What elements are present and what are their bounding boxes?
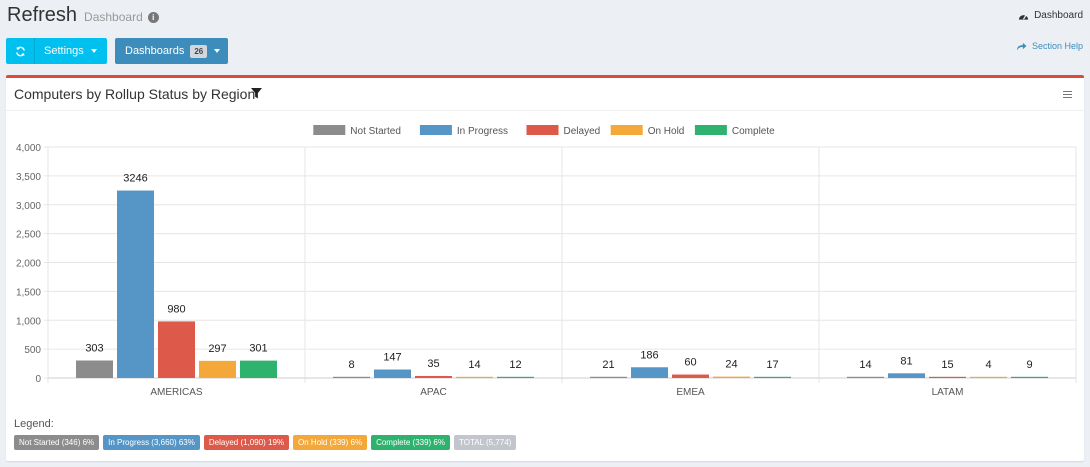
- legend-label: On Hold: [648, 126, 685, 137]
- x-tick-label: AMERICAS: [150, 387, 203, 398]
- data-label: 60: [684, 357, 696, 369]
- y-tick-label: 0: [35, 374, 41, 385]
- bar: [240, 360, 277, 378]
- summary-legend-item: Not Started (346) 6%: [14, 435, 100, 450]
- legend-label: Not Started: [350, 126, 401, 137]
- data-label: 186: [640, 349, 658, 361]
- data-label: 81: [900, 355, 912, 367]
- refresh-icon[interactable]: [6, 38, 35, 64]
- bar: [1011, 376, 1048, 378]
- info-icon[interactable]: i: [147, 12, 159, 23]
- dashboards-button[interactable]: Dashboards 26: [115, 38, 228, 64]
- bar: [754, 376, 791, 378]
- y-tick-label: 4,000: [16, 143, 41, 154]
- summary-legend-item: Delayed (1,090) 19%: [203, 435, 290, 450]
- data-label: 24: [725, 359, 737, 371]
- legend-label: Delayed: [564, 126, 601, 137]
- data-label: 35: [427, 358, 439, 370]
- summary-legend-items: Not Started (346) 6% In Progress (3,660) …: [14, 435, 517, 450]
- bar: [672, 374, 709, 378]
- x-tick-label: APAC: [420, 387, 447, 398]
- y-tick-label: 500: [24, 345, 41, 356]
- legend-swatch: [694, 125, 727, 135]
- data-label: 980: [167, 303, 185, 315]
- breadcrumb[interactable]: Dashboard: [1018, 10, 1083, 21]
- y-tick-label: 2,000: [16, 259, 41, 270]
- legend-swatch: [419, 125, 452, 135]
- bar-chart: 0 500 1,000 1,500 2,000 2,500 3,000 3,500 4,000 3…: [16, 125, 1077, 398]
- summary-legend-item: In Progress (3,660) 63%: [103, 435, 200, 450]
- data-label: 9: [1026, 359, 1032, 371]
- bar: [374, 369, 411, 378]
- bar: [199, 360, 236, 378]
- breadcrumb-label: Dashboard: [1034, 10, 1083, 21]
- section-help-label: Section Help: [1031, 41, 1083, 51]
- bar: [847, 376, 884, 378]
- bar: [497, 376, 534, 378]
- bar: [713, 376, 750, 378]
- data-label: 14: [468, 359, 480, 371]
- data-label: 21: [602, 359, 614, 371]
- dashboards-label: Dashboards: [125, 45, 185, 57]
- legend-swatch: [313, 125, 346, 135]
- page-header: Refresh Dashboard i: [7, 4, 159, 27]
- legend-swatch: [526, 125, 559, 135]
- y-tick-label: 3,500: [16, 172, 41, 183]
- bar: [456, 376, 493, 378]
- legend-swatch: [610, 125, 643, 135]
- legend-label: Complete: [732, 126, 775, 137]
- page-subtitle: Dashboard: [84, 10, 143, 24]
- data-label: 15: [941, 359, 953, 371]
- data-label: 147: [383, 352, 401, 364]
- bar: [970, 376, 1007, 378]
- data-label: 301: [249, 343, 267, 355]
- bar: [158, 321, 195, 378]
- summary-legend-item: TOTAL (5,774): [453, 435, 517, 450]
- bar: [631, 367, 668, 378]
- summary-legend-title: Legend:: [14, 418, 54, 430]
- summary-legend: Legend: Not Started (346) 6% In Progress …: [14, 418, 517, 450]
- data-label: 303: [85, 343, 103, 355]
- chevron-down-icon: [90, 49, 97, 53]
- bar: [590, 376, 627, 378]
- y-tick-label: 2,500: [16, 230, 41, 241]
- settings-label: Settings: [44, 45, 84, 57]
- data-label: 12: [509, 359, 521, 371]
- x-tick-label: LATAM: [932, 387, 964, 398]
- chevron-down-icon: [214, 49, 221, 53]
- dashboard-icon: [1018, 14, 1029, 20]
- y-tick-label: 1,500: [16, 287, 41, 298]
- data-label: 297: [208, 343, 226, 355]
- dashboards-count-badge: 26: [190, 44, 208, 58]
- page-title: Refresh: [7, 4, 78, 26]
- bar: [415, 375, 452, 378]
- y-tick-label: 3,000: [16, 201, 41, 212]
- bar: [333, 376, 370, 378]
- share-icon: [1016, 42, 1027, 50]
- summary-legend-item: On Hold (339) 6%: [293, 435, 368, 450]
- chart-panel: Computers by Rollup Status by Region 0 50…: [6, 75, 1084, 461]
- data-label: 4: [985, 359, 991, 371]
- data-label: 14: [859, 359, 871, 371]
- summary-legend-item: Complete (339) 6%: [371, 435, 450, 450]
- data-label: 17: [766, 359, 778, 371]
- x-tick-label: EMEA: [676, 387, 705, 398]
- section-help-link[interactable]: Section Help: [1016, 41, 1083, 51]
- bar: [76, 360, 113, 378]
- bar: [929, 376, 966, 378]
- bar: [117, 190, 154, 378]
- bar: [888, 373, 925, 378]
- settings-button[interactable]: Settings: [6, 38, 107, 64]
- data-label: 8: [348, 359, 354, 371]
- legend-label: In Progress: [457, 126, 508, 137]
- y-tick-label: 1,000: [16, 316, 41, 327]
- data-label: 3246: [123, 173, 147, 185]
